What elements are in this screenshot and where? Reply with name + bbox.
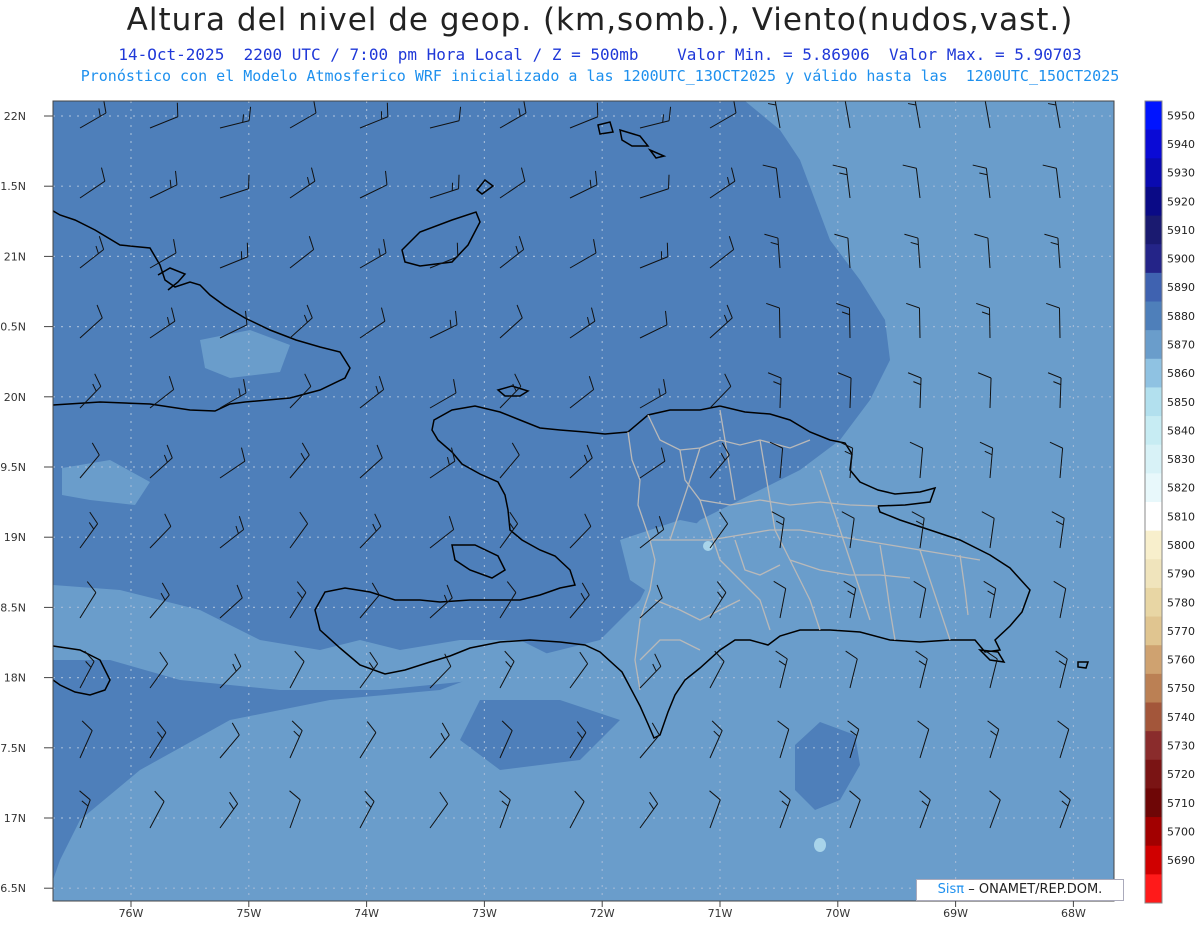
colorbar-label: 5880 bbox=[1167, 310, 1195, 323]
colorbar-swatch bbox=[1145, 559, 1162, 589]
longitude-labels: 76W 75W 74W 73W 72W 71W 70W 69W 68W bbox=[119, 901, 1086, 920]
colorbar-label: 5940 bbox=[1167, 138, 1195, 151]
lat-label: 21N bbox=[4, 250, 26, 263]
colorbar-swatch bbox=[1145, 587, 1162, 618]
colorbar-swatch bbox=[1145, 387, 1162, 417]
colorbar-label: 5790 bbox=[1167, 568, 1195, 581]
colorbar-label: 5760 bbox=[1167, 654, 1195, 667]
lon-label: 76W bbox=[119, 907, 144, 920]
colorbar-label: 5730 bbox=[1167, 739, 1195, 752]
lat-label: 19N bbox=[4, 531, 26, 544]
lon-label: 75W bbox=[236, 907, 261, 920]
colorbar-swatch bbox=[1145, 616, 1162, 646]
lat-label: 18N bbox=[4, 672, 26, 685]
colorbar-swatch bbox=[1145, 186, 1162, 217]
colorbar-label: 5900 bbox=[1167, 253, 1195, 266]
colorbar-swatch bbox=[1145, 874, 1162, 904]
colorbar-swatch bbox=[1145, 473, 1162, 503]
latitude-labels: 22N 1.5N 21N 0.5N 20N 9.5N 19N 8.5N 18N 7.5N 17N 6.… bbox=[0, 110, 53, 895]
colorbar-swatch bbox=[1145, 129, 1162, 159]
colorbar-label: 5850 bbox=[1167, 396, 1195, 409]
colorbar-swatch bbox=[1145, 301, 1162, 331]
colorbar-swatch bbox=[1145, 416, 1162, 446]
colorbar-label: 5700 bbox=[1167, 825, 1195, 838]
colorbar-label: 5820 bbox=[1167, 482, 1195, 495]
lon-label: 71W bbox=[708, 907, 733, 920]
colorbar-label: 5860 bbox=[1167, 367, 1195, 380]
lat-label: 9.5N bbox=[0, 461, 26, 474]
credit-badge: Sisπ – ONAMET/REP.DOM. bbox=[916, 879, 1124, 901]
map-figure: 22N 1.5N 21N 0.5N 20N 9.5N 19N 8.5N 18N 7.5N 17N 6.… bbox=[0, 100, 1195, 920]
colorbar-label: 5890 bbox=[1167, 281, 1195, 294]
colorbar-swatch bbox=[1145, 158, 1162, 188]
lat-label: 20N bbox=[4, 391, 26, 404]
colorbar-swatch bbox=[1145, 702, 1162, 732]
colorbar-label: 5740 bbox=[1167, 711, 1195, 724]
lat-label: 22N bbox=[4, 110, 26, 123]
colorbar-swatch bbox=[1145, 330, 1162, 360]
field-pale-spot bbox=[814, 838, 826, 852]
lon-label: 73W bbox=[472, 907, 497, 920]
lat-label: 8.5N bbox=[0, 601, 26, 614]
geopotential-field bbox=[53, 101, 1114, 901]
colorbar-swatch bbox=[1145, 845, 1162, 875]
colorbar: 5950 5940 5930 5920 5910 5900 5890 5880 5870 5860… bbox=[1144, 100, 1195, 904]
colorbar-swatch bbox=[1145, 645, 1162, 675]
credit-logo: Sisπ bbox=[937, 882, 965, 897]
lon-label: 74W bbox=[354, 907, 379, 920]
colorbar-label: 5810 bbox=[1167, 510, 1195, 523]
colorbar-swatch bbox=[1145, 244, 1162, 274]
colorbar-label: 5690 bbox=[1167, 854, 1195, 867]
colorbar-label: 5930 bbox=[1167, 167, 1195, 180]
colorbar-swatch bbox=[1145, 502, 1162, 532]
colorbar-label: 5750 bbox=[1167, 682, 1195, 695]
colorbar-swatch bbox=[1145, 673, 1162, 703]
colorbar-label: 5780 bbox=[1167, 596, 1195, 609]
lon-label: 68W bbox=[1061, 907, 1086, 920]
lat-label: 6.5N bbox=[0, 882, 26, 895]
colorbar-swatch bbox=[1145, 759, 1162, 789]
lon-label: 69W bbox=[943, 907, 968, 920]
colorbar-label: 5950 bbox=[1167, 109, 1195, 122]
lon-label: 70W bbox=[825, 907, 850, 920]
colorbar-swatch bbox=[1145, 215, 1162, 245]
colorbar-label: 5830 bbox=[1167, 453, 1195, 466]
colorbar-swatch bbox=[1145, 101, 1162, 131]
colorbar-swatch bbox=[1145, 444, 1162, 474]
colorbar-label: 5840 bbox=[1167, 424, 1195, 437]
colorbar-swatch bbox=[1145, 788, 1162, 818]
colorbar-swatch bbox=[1145, 817, 1162, 847]
lat-label: 7.5N bbox=[0, 742, 26, 755]
colorbar-label: 5720 bbox=[1167, 768, 1195, 781]
lat-label: 1.5N bbox=[0, 180, 26, 193]
colorbar-swatch bbox=[1145, 272, 1162, 302]
lat-label: 17N bbox=[4, 812, 26, 825]
colorbar-label: 5800 bbox=[1167, 539, 1195, 552]
colorbar-swatch bbox=[1145, 731, 1162, 761]
lon-label: 72W bbox=[590, 907, 615, 920]
credit-text: – ONAMET/REP.DOM. bbox=[968, 882, 1103, 897]
colorbar-label: 5870 bbox=[1167, 338, 1195, 351]
lat-label: 0.5N bbox=[0, 321, 26, 334]
colorbar-label: 5770 bbox=[1167, 625, 1195, 638]
colorbar-label: 5710 bbox=[1167, 797, 1195, 810]
colorbar-swatch bbox=[1145, 358, 1162, 388]
colorbar-label: 5920 bbox=[1167, 195, 1195, 208]
colorbar-label: 5910 bbox=[1167, 224, 1195, 237]
colorbar-swatch bbox=[1145, 530, 1162, 560]
